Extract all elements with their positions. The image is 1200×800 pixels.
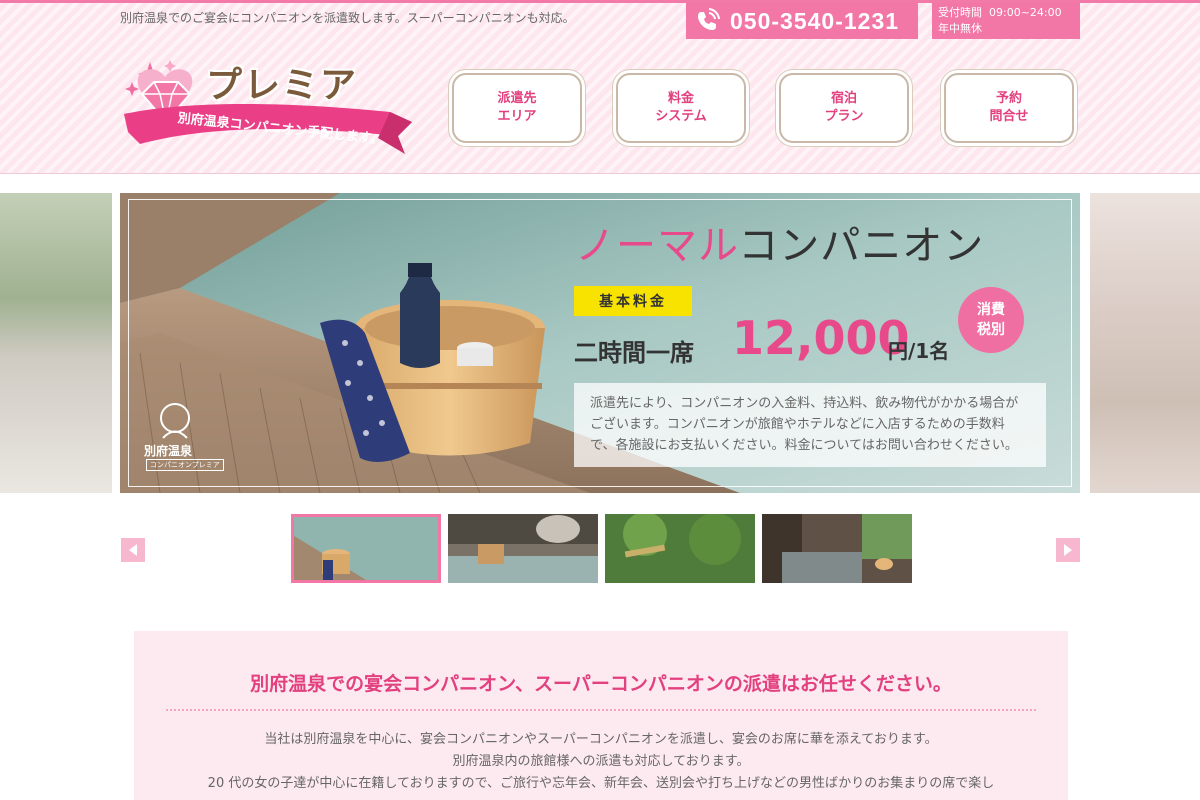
nav-label-2b: システム <box>655 109 707 124</box>
slider-next-button[interactable] <box>1056 538 1080 562</box>
tax-excluded-badge: 消費 税別 <box>958 287 1024 353</box>
hero-slide: ノーマルコンパニオン 基本料金 二時間一席 12,000 円/1名 消費 税別 … <box>120 193 1080 493</box>
tax-badge-line2: 税別 <box>977 322 1005 338</box>
hours-label: 受付時間 <box>938 6 982 19</box>
nav-label-4a: 予約 <box>995 91 1022 106</box>
phone-icon <box>698 8 720 30</box>
intro-line: 別府温泉内の旅館様への派遣も対応しております。 <box>452 754 750 769</box>
intro-line: 20 代の女の子達が中心に在籍しておりますので、ご旅行や忘年会、新年会、送別会や… <box>207 776 995 791</box>
slider-prev-button[interactable] <box>121 538 145 562</box>
thumb-private-bath-photo <box>762 514 912 583</box>
hero-price: 12,000 <box>732 311 910 365</box>
slider-thumb-1[interactable] <box>291 514 441 583</box>
nav-dispatch-area[interactable]: 派遣先 エリア <box>452 73 582 143</box>
hero-duration: 二時間一席 <box>574 339 694 367</box>
phone-number[interactable]: 050-3540-1231 <box>730 8 899 35</box>
dotted-divider <box>166 709 1036 711</box>
intro-text: 当社は別府温泉を中心に、宴会コンパニオンやスーパーコンパニオンを派遣し、宴会のお… <box>134 729 1068 795</box>
nav-label-3a: 宿泊 <box>830 91 857 106</box>
header-tagline: 別府温泉でのご宴会にコンパニオンを派遣致します。スーパーコンパニオンも対応。 <box>120 11 575 25</box>
nav-label-3b: プラン <box>824 109 864 124</box>
slider-thumb-3[interactable] <box>605 514 755 583</box>
nav-price-system[interactable]: 料金 システム <box>616 73 746 143</box>
nav-label-1a: 派遣先 <box>497 91 537 106</box>
phone-banner[interactable]: 050-3540-1231 <box>686 3 918 39</box>
nav-stay-plan[interactable]: 宿泊 プラン <box>779 73 909 143</box>
slider-thumb-2[interactable] <box>448 514 598 583</box>
intro-line: 当社は別府温泉を中心に、宴会コンパニオンやスーパーコンパニオンを派遣し、宴会のお… <box>264 732 938 747</box>
onsen-badge-text: 別府温泉 <box>144 444 193 458</box>
hero-note: 派遣先により、コンパニオンの入金料、持込料、飲み物代がかかる場合が ございます。… <box>574 383 1046 467</box>
business-hours: 受付時間 09:00~24:00 年中無休 <box>932 3 1080 39</box>
basic-price-label: 基本料金 <box>574 286 692 316</box>
nav-label-2a: 料金 <box>667 91 694 106</box>
scalloped-edge-pattern <box>134 625 1068 645</box>
thumb-garden-photo <box>605 514 755 583</box>
logo-title: プレミア <box>206 65 359 106</box>
hero-note-line: 派遣先により、コンパニオンの入金料、持込料、飲み物代がかかる場合が <box>590 396 1019 411</box>
nav-label-4b: 問合せ <box>989 109 1029 124</box>
tax-badge-line1: 消費 <box>977 302 1005 318</box>
intro-section: 別府温泉での宴会コンパニオン、スーパーコンパニオンの派遣はお任せください。 当社… <box>134 625 1068 800</box>
slider-thumb-4[interactable] <box>762 514 912 583</box>
hero-price-unit: 円/1名 <box>888 339 950 363</box>
nav-label-1b: エリア <box>497 109 537 124</box>
hero-note-line: ございます。コンパニオンが旅館やホテルなどに入店するための手数料 <box>590 417 1005 432</box>
prev-slide-preview <box>0 193 112 493</box>
site-header: 別府温泉でのご宴会にコンパニオンを派遣致します。スーパーコンパニオンも対応。 0… <box>0 0 1200 174</box>
thumb-bath-photo <box>291 514 441 583</box>
chevron-left-icon <box>129 544 137 556</box>
intro-heading: 別府温泉での宴会コンパニオン、スーパーコンパニオンの派遣はお任せください。 <box>250 673 952 695</box>
nav-reservation[interactable]: 予約 問合せ <box>944 73 1074 143</box>
hero-note-line: で、各施設にお支払いください。料金についてはお問い合わせください。 <box>590 438 1018 453</box>
main-nav: 派遣先 エリア 料金 システム 宿泊 プラン 予約 問合せ <box>450 73 1082 145</box>
hero-title: ノーマルコンパニオン <box>575 213 984 271</box>
hero-title-accent: ノーマル <box>575 223 739 269</box>
hours-value: 09:00~24:00 <box>989 6 1062 19</box>
thumb-outdoor-bath-photo <box>448 514 598 583</box>
hero-title-rest: コンパニオン <box>738 223 985 269</box>
chevron-right-icon <box>1064 544 1072 556</box>
site-logo[interactable]: プレミア 別府温泉コンパニオン手配します。 <box>120 52 420 162</box>
onsen-badge-sub: コンパニオンプレミア <box>146 459 224 471</box>
next-slide-preview <box>1090 193 1200 493</box>
hours-note: 年中無休 <box>938 22 982 35</box>
